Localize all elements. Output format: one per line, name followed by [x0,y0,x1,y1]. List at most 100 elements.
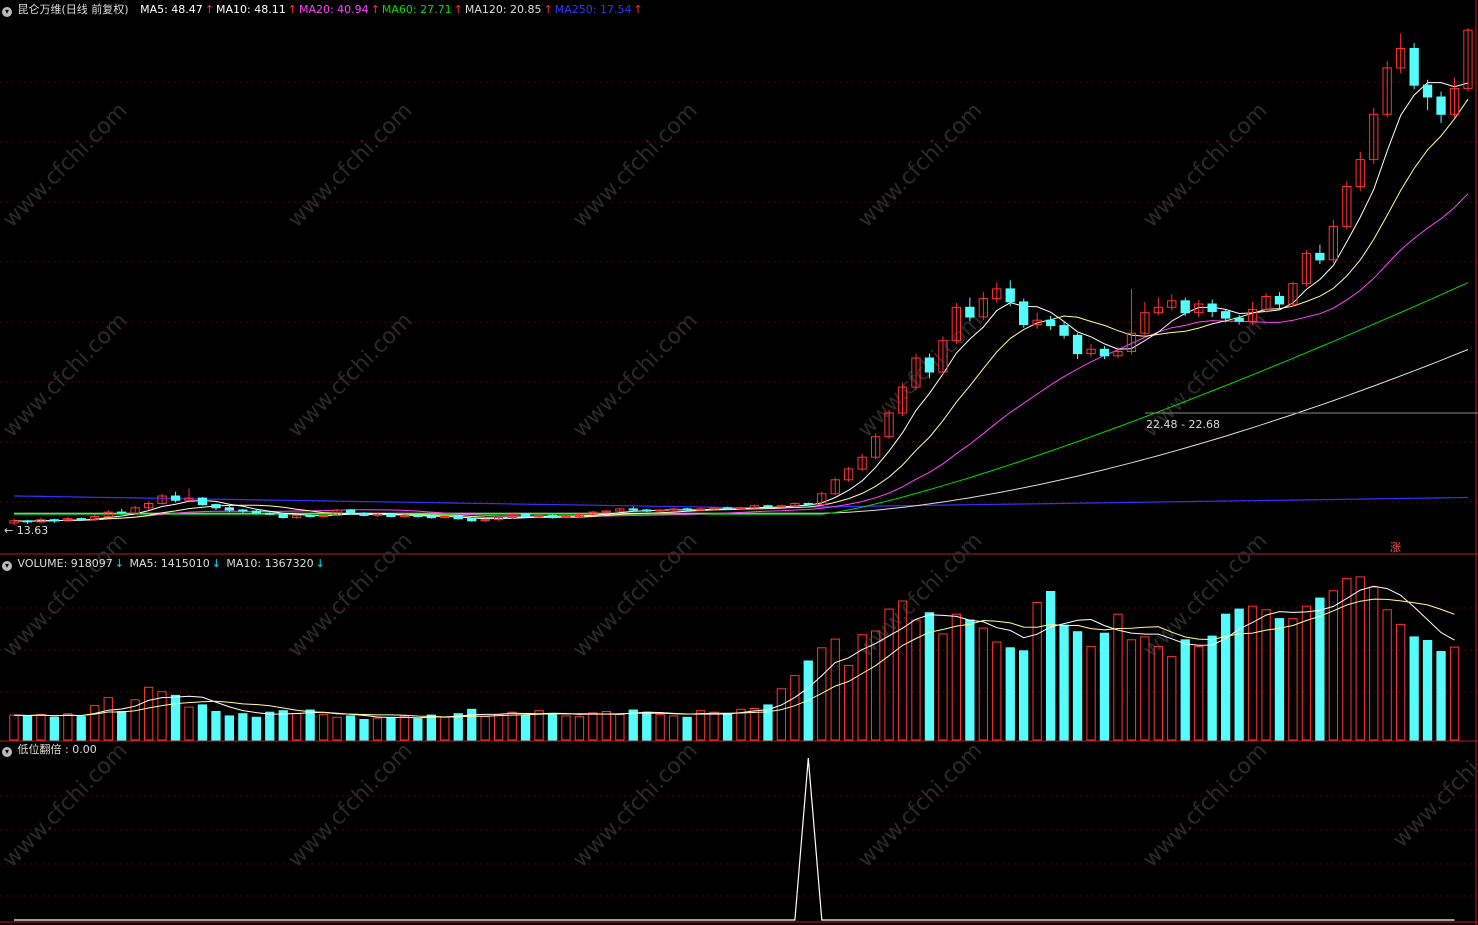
volume-bar [63,713,73,741]
candle [1180,300,1190,314]
candle [642,509,652,512]
volume-bar [1019,650,1029,741]
main-chart-title: 昆仑万维(日线 前复权) [17,3,129,16]
volume-bar [1126,639,1137,741]
candle [1072,334,1083,355]
candle [803,503,813,506]
volume-bar [1369,586,1379,741]
ma-arrow-icon: ↑ [287,3,297,16]
volume-bar [265,711,275,741]
candle [170,495,181,501]
ma10-line [13,98,1469,522]
volume-ma5-label: MA5: 1415010 [129,557,210,570]
volume-bar [426,714,437,741]
volume-bar [1288,618,1298,741]
watermark-text: www.cfchi.com [568,98,702,232]
ma20-line [13,193,1469,522]
volume-bar [817,647,827,741]
volume-bar [1046,591,1056,741]
candle [345,509,356,514]
volume-bar [601,711,612,741]
volume-bar [1086,645,1096,741]
volume-bar [1342,577,1352,741]
candle [763,505,773,508]
candle [76,518,86,521]
volume-bar [669,715,679,741]
volume-bar [628,709,638,741]
volume-bar [22,715,33,741]
candle [467,518,477,522]
volume-bar [1328,590,1338,741]
volume-legend: ▾ VOLUME: 918097 ↓ MA5: 1415010 ↓ MA10: 13… [2,556,327,572]
candle [1422,84,1433,98]
candle [305,514,315,518]
volume-bar [224,715,234,741]
volume-bar [170,694,181,741]
ma120-line [14,349,1469,514]
ma-arrow-icon: ↑ [453,3,463,16]
volume-bar [1274,618,1285,741]
volume-bar [722,713,733,741]
volume-bar [332,716,342,741]
volume-bar [319,713,329,741]
ma-arrow-icon: ↑ [204,3,215,16]
watermark-text: www.cfchi.com [1138,528,1272,662]
volume-bar [655,713,665,741]
volume-bar [574,716,585,741]
ma-label: MA10: 48.11 [216,3,286,16]
candle [520,513,531,517]
candle [924,357,935,373]
candle [1436,96,1446,115]
volume-bar [790,675,800,741]
volume-bar [1315,597,1325,741]
volume-bar [211,711,221,741]
volume-bar [1180,639,1190,741]
volume-bar [534,710,544,741]
volume-bar [9,714,19,741]
watermark-text: www.cfchi.com [283,98,417,232]
volume-bar [399,715,410,741]
volume-bar [413,718,423,741]
ma-list: MA5: 48.47 ↑ MA10: 48.11 ↑ MA20: 40.94 ↑ MA60:… [140,3,645,16]
candle [965,306,975,318]
candle [1019,301,1029,325]
candle [359,512,369,516]
volume-bar [1032,602,1042,741]
candle [426,516,437,519]
watermark-text: www.cfchi.com [1138,98,1272,232]
indicator-toggle-icon[interactable]: ▾ [2,747,12,757]
candle [1315,252,1325,261]
volume-bar [1422,640,1433,741]
volume-bar [1247,605,1258,741]
candle [197,497,208,506]
zhang-label: 涨 [1390,541,1401,554]
candle [1234,317,1244,322]
volume-bar [372,717,383,741]
candle [22,520,33,523]
indicator-label: 低位翻倍 : 0.00 [17,743,97,756]
candle [1046,319,1056,327]
candle [722,507,733,510]
volume-bar [1194,645,1204,741]
main-toggle-icon[interactable]: ▾ [2,7,12,17]
volume-bar [830,638,840,741]
candle [1005,288,1015,303]
stock-chart: www.cfchi.com www.cfchi.com www.cfchi.com w… [0,0,1478,925]
candle [547,514,558,519]
volume-bar [682,716,692,741]
volume-bar [345,715,356,741]
volume-bar [588,712,598,741]
watermark-text: www.cfchi.com [0,308,133,442]
volume-bar [386,716,396,741]
volume-bar [1396,623,1406,741]
volume-bar [749,708,760,741]
volume-bar [965,619,975,741]
volume-bar [157,691,167,741]
ma-label: MA120: 20.85 [464,3,542,16]
watermark-text: www.cfchi.com [853,738,987,872]
candle [1207,303,1217,312]
volume-bar [467,708,477,741]
volume-bar [615,713,625,741]
volume-toggle-icon[interactable]: ▾ [2,561,12,571]
ma-label: MA60: 27.71 [381,3,452,16]
